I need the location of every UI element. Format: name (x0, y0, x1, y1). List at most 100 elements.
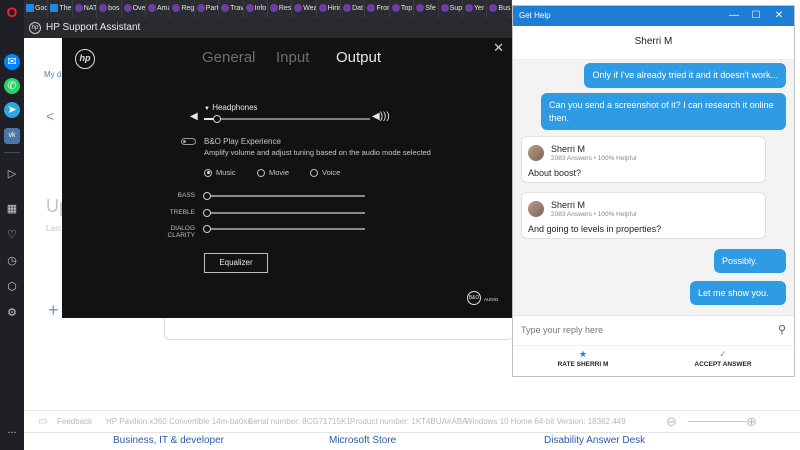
globe-icon (74, 4, 83, 13)
browser-tab[interactable]: Resi (268, 0, 293, 18)
messenger-icon[interactable]: ✉ (4, 54, 20, 70)
browser-tab[interactable]: Trav (219, 0, 244, 18)
opera-logo-icon[interactable]: O (4, 4, 20, 20)
last-fragment: Last (46, 224, 62, 233)
extensions-cube-icon[interactable]: ⬡ (4, 279, 20, 295)
back-arrow-icon[interactable]: < (46, 108, 54, 124)
treble-label: TREBLE (169, 209, 195, 216)
get-help-titlebar: Get Help — ☐ ✕ (513, 6, 794, 26)
audio-settings-dialog: hp ✕ General Input Output ▼ Headphones ◀… (62, 38, 512, 318)
device-select[interactable]: ▼ Headphones (204, 103, 258, 112)
browser-tab-label: Top (400, 5, 413, 12)
telegram-icon[interactable]: ➤ (4, 102, 20, 118)
dialog-clarity-thumb[interactable] (203, 225, 211, 233)
tab-output[interactable]: Output (336, 49, 381, 66)
volume-thumb[interactable] (213, 115, 222, 123)
bass-thumb[interactable] (203, 192, 211, 200)
browser-tab[interactable]: bos (97, 0, 122, 18)
browser-tab[interactable]: Yer (463, 0, 488, 18)
rate-agent-button[interactable]: ★ RATE SHERRI M (513, 346, 653, 377)
chat-messages[interactable]: Only if I've already tried it and it doe… (513, 60, 794, 315)
bo-audio-logo-icon: B&O (467, 291, 481, 305)
browser-tab-label: The (59, 5, 72, 12)
message-incoming: Sherri M 2083 Answers • 100% Helpful And… (521, 192, 766, 239)
volume-high-icon: ◀))) (372, 111, 390, 122)
browser-tab[interactable]: Fror (365, 0, 390, 18)
zoom-out-icon[interactable]: ⊖ (666, 411, 677, 433)
avatar (528, 201, 544, 217)
browser-tab[interactable]: Wea (292, 0, 317, 18)
bookmarks-heart-icon[interactable]: ♡ (4, 227, 20, 243)
attach-paperclip-icon[interactable]: ⚲ (778, 323, 786, 336)
tab-general[interactable]: General (202, 49, 255, 66)
product-number: Product number: 1KT4BUA#ABA (350, 417, 468, 426)
radio-dot (310, 168, 318, 177)
footer-link-store[interactable]: Microsoft Store (329, 435, 396, 446)
bass-slider[interactable] (203, 192, 365, 200)
device-name: Headphones (212, 103, 258, 112)
globe-icon (465, 4, 474, 13)
settings-gear-icon[interactable]: ⚙ (4, 305, 20, 321)
equalizer-button[interactable]: Equalizer (204, 253, 268, 273)
treble-slider[interactable] (203, 209, 365, 217)
browser-tab[interactable]: Sfe (414, 0, 439, 18)
volume-slider[interactable] (204, 115, 370, 123)
minimize-icon[interactable]: — (723, 6, 745, 26)
zoom-slider[interactable] (688, 421, 746, 422)
mode-voice-radio[interactable]: Voice (310, 168, 340, 177)
add-plus-icon[interactable]: + (48, 300, 59, 321)
browser-tab[interactable]: Ama (146, 0, 171, 18)
browser-tab[interactable]: Sup (439, 0, 464, 18)
close-window-icon[interactable]: ✕ (768, 6, 790, 26)
rate-label: RATE SHERRI M (557, 361, 609, 368)
browser-tab[interactable]: The (48, 0, 73, 18)
browser-tab[interactable]: Bus (487, 0, 512, 18)
vk-icon[interactable]: vk (4, 128, 20, 144)
mode-music-radio[interactable]: Music (204, 168, 236, 177)
globe-icon (269, 4, 278, 13)
volume-low-icon: ◀ (190, 111, 198, 122)
footer-link-disability[interactable]: Disability Answer Desk (544, 435, 645, 446)
zoom-in-icon[interactable]: ⊕ (746, 411, 757, 433)
feedback-link[interactable]: Feedback (57, 411, 92, 433)
browser-tab[interactable]: Part (195, 0, 220, 18)
browser-tab[interactable]: Top (390, 0, 415, 18)
message-outgoing: Let me show you. (690, 281, 786, 305)
browser-tab[interactable]: Dat (341, 0, 366, 18)
tab-input[interactable]: Input (276, 49, 309, 66)
my-device-fragment: My d (44, 70, 62, 79)
browser-tab[interactable]: Info (244, 0, 268, 18)
browser-tab-label: Wea (303, 5, 317, 12)
message-incoming: Sherri M 2083 Answers • 100% Helpful Abo… (521, 136, 766, 183)
browser-tab[interactable]: Hirir (317, 0, 342, 18)
footer-link-business[interactable]: Business, IT & developer (113, 435, 224, 446)
browser-tab[interactable]: Reg (170, 0, 195, 18)
speed-dial-icon[interactable]: ▦ (4, 201, 20, 217)
agent-name: Sherri M (551, 144, 586, 154)
globe-icon (489, 4, 498, 13)
treble-thumb[interactable] (203, 209, 211, 217)
browser-tab-label: Trav (230, 5, 244, 12)
browser-tab-label: Reg (181, 5, 195, 12)
dialog-clarity-slider[interactable] (203, 225, 365, 233)
history-clock-icon[interactable]: ◷ (4, 253, 20, 269)
mode-movie-radio[interactable]: Movie (257, 168, 289, 177)
mode-movie-label: Movie (269, 168, 290, 177)
footer-links: Business, IT & developer Microsoft Store… (24, 432, 800, 450)
bo-play-toggle[interactable] (181, 138, 196, 145)
agent-stats: 2083 Answers • 100% Helpful (551, 155, 637, 162)
browser-tab-label: Part (205, 5, 219, 12)
browser-tab[interactable]: Goo (24, 0, 49, 18)
accept-answer-button[interactable]: ✓ ACCEPT ANSWER (653, 346, 793, 377)
more-dots-icon[interactable]: ... (4, 422, 20, 438)
flow-send-icon[interactable]: ▷ (4, 166, 20, 182)
browser-tab-label: NAT (83, 5, 98, 12)
maximize-icon[interactable]: ☐ (745, 6, 767, 26)
reply-input[interactable]: Type your reply here ⚲ (513, 315, 794, 345)
close-icon[interactable]: ✕ (493, 40, 504, 56)
whatsapp-icon[interactable]: ✆ (4, 78, 20, 94)
browser-tab-label: bos (108, 5, 120, 12)
feedback-icon[interactable]: ▭ (38, 411, 47, 433)
browser-tab[interactable]: NAT (73, 0, 98, 18)
browser-tab[interactable]: Ove (122, 0, 146, 18)
